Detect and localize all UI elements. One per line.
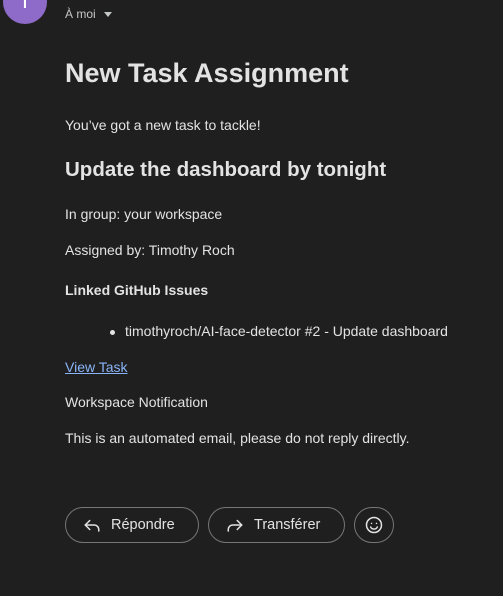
recipient-label: À moi (65, 7, 96, 21)
assigned-by-line: Assigned by: Timothy Roch (65, 242, 235, 258)
intro-text: You’ve got a new task to tackle! (65, 117, 261, 133)
list-item: timothyroch/AI-face-detector #2 - Update… (107, 323, 448, 339)
avatar[interactable]: T (3, 0, 47, 24)
linked-issues-heading: Linked GitHub Issues (65, 282, 209, 298)
reply-actions: Répondre Transférer (65, 507, 394, 543)
view-task-link[interactable]: View Task (65, 359, 128, 375)
email-title: New Task Assignment (65, 58, 349, 88)
task-title: Update the dashboard by tonight (65, 158, 387, 181)
reply-label: Répondre (111, 517, 175, 533)
reply-icon (82, 515, 102, 535)
forward-button[interactable]: Transférer (208, 507, 345, 543)
forward-icon (225, 515, 245, 535)
email-view: T À moi New Task Assignment You’ve got a… (0, 0, 503, 596)
emoji-reaction-button[interactable] (354, 507, 394, 543)
group-line: In group: your workspace (65, 206, 223, 222)
emoji-icon (364, 515, 384, 535)
forward-label: Transférer (254, 517, 321, 533)
recipient-dropdown[interactable]: À moi (65, 7, 112, 21)
automated-notice: This is an automated email, please do no… (65, 430, 410, 446)
avatar-letter: T (18, 0, 32, 13)
notification-line: Workspace Notification (65, 394, 208, 410)
reply-button[interactable]: Répondre (65, 507, 199, 543)
linked-issues-list: timothyroch/AI-face-detector #2 - Update… (107, 323, 448, 339)
caret-down-icon (103, 12, 112, 17)
